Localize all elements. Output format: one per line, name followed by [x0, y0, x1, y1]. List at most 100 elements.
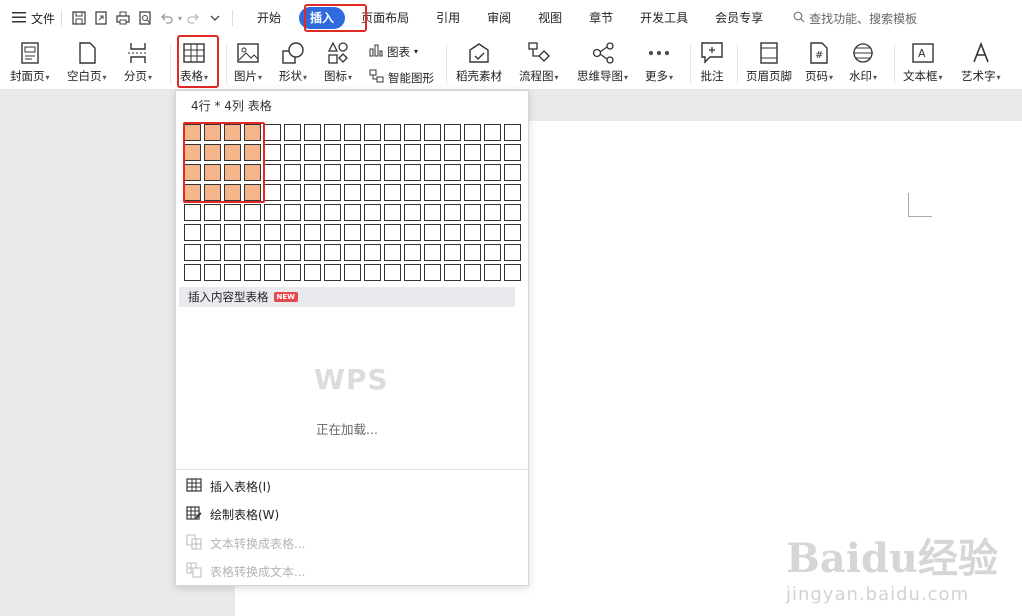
grid-cell[interactable]: [424, 264, 441, 281]
grid-cell[interactable]: [484, 184, 501, 201]
grid-cell[interactable]: [344, 144, 361, 161]
watermark-button[interactable]: 水印▾: [849, 40, 877, 88]
grid-cell[interactable]: [444, 144, 461, 161]
grid-cell[interactable]: [444, 184, 461, 201]
header-footer-button[interactable]: 页眉页脚: [746, 40, 792, 88]
grid-cell[interactable]: [464, 164, 481, 181]
more-button[interactable]: 更多▾: [645, 40, 673, 88]
grid-cell[interactable]: [384, 164, 401, 181]
insert-content-table-button[interactable]: 插入内容型表格 NEW: [179, 287, 515, 307]
grid-cell[interactable]: [264, 164, 281, 181]
grid-cell[interactable]: [284, 264, 301, 281]
file-menu-button[interactable]: 文件: [0, 0, 55, 36]
grid-cell[interactable]: [324, 264, 341, 281]
grid-cell[interactable]: [304, 224, 321, 241]
grid-cell[interactable]: [264, 264, 281, 281]
shape-button[interactable]: 形状▾: [279, 40, 307, 88]
grid-cell[interactable]: [444, 124, 461, 141]
grid-cell[interactable]: [424, 204, 441, 221]
grid-cell[interactable]: [204, 204, 221, 221]
grid-cell[interactable]: [224, 164, 241, 181]
grid-cell[interactable]: [244, 224, 261, 241]
grid-cell[interactable]: [484, 124, 501, 141]
grid-cell[interactable]: [364, 204, 381, 221]
table-size-grid[interactable]: [184, 124, 521, 281]
grid-cell[interactable]: [424, 144, 441, 161]
grid-cell[interactable]: [204, 264, 221, 281]
grid-cell[interactable]: [504, 164, 521, 181]
grid-cell[interactable]: [204, 164, 221, 181]
grid-cell[interactable]: [184, 244, 201, 261]
tab-section[interactable]: 章节: [578, 7, 624, 29]
grid-cell[interactable]: [444, 204, 461, 221]
grid-cell[interactable]: [364, 224, 381, 241]
grid-cell[interactable]: [484, 164, 501, 181]
grid-cell[interactable]: [224, 204, 241, 221]
grid-cell[interactable]: [504, 124, 521, 141]
customize-quick-access-icon[interactable]: [207, 10, 223, 26]
grid-cell[interactable]: [224, 144, 241, 161]
cover-page-button[interactable]: 封面页▾: [10, 40, 50, 88]
grid-cell[interactable]: [504, 244, 521, 261]
grid-cell[interactable]: [344, 184, 361, 201]
flowchart-button[interactable]: 流程图▾: [519, 40, 559, 88]
grid-cell[interactable]: [404, 224, 421, 241]
grid-cell[interactable]: [184, 164, 201, 181]
grid-cell[interactable]: [184, 144, 201, 161]
tab-developer[interactable]: 开发工具: [629, 7, 699, 29]
grid-cell[interactable]: [204, 144, 221, 161]
grid-cell[interactable]: [404, 184, 421, 201]
grid-cell[interactable]: [264, 224, 281, 241]
save-icon[interactable]: [71, 10, 87, 26]
grid-cell[interactable]: [404, 264, 421, 281]
grid-cell[interactable]: [224, 264, 241, 281]
grid-cell[interactable]: [444, 244, 461, 261]
grid-cell[interactable]: [364, 124, 381, 141]
grid-cell[interactable]: [184, 264, 201, 281]
grid-cell[interactable]: [344, 244, 361, 261]
grid-cell[interactable]: [384, 124, 401, 141]
grid-cell[interactable]: [324, 124, 341, 141]
redo-icon[interactable]: [185, 10, 201, 26]
grid-cell[interactable]: [404, 164, 421, 181]
grid-cell[interactable]: [364, 144, 381, 161]
grid-cell[interactable]: [464, 144, 481, 161]
tab-references[interactable]: 引用: [425, 7, 471, 29]
grid-cell[interactable]: [304, 244, 321, 261]
grid-cell[interactable]: [484, 244, 501, 261]
page-break-button[interactable]: 分页▾: [124, 40, 152, 88]
grid-cell[interactable]: [464, 124, 481, 141]
grid-cell[interactable]: [464, 204, 481, 221]
grid-cell[interactable]: [404, 244, 421, 261]
grid-cell[interactable]: [384, 224, 401, 241]
mindmap-button[interactable]: 思维导图▾: [577, 40, 628, 88]
export-pdf-icon[interactable]: [93, 10, 109, 26]
tab-page-layout[interactable]: 页面布局: [350, 7, 420, 29]
grid-cell[interactable]: [244, 244, 261, 261]
grid-cell[interactable]: [404, 144, 421, 161]
grid-cell[interactable]: [244, 164, 261, 181]
tab-insert[interactable]: 插入: [299, 7, 346, 29]
grid-cell[interactable]: [344, 224, 361, 241]
page-number-button[interactable]: # 页码▾: [805, 40, 833, 88]
grid-cell[interactable]: [384, 184, 401, 201]
grid-cell[interactable]: [244, 204, 261, 221]
grid-cell[interactable]: [384, 144, 401, 161]
grid-cell[interactable]: [184, 204, 201, 221]
grid-cell[interactable]: [344, 264, 361, 281]
grid-cell[interactable]: [424, 244, 441, 261]
grid-cell[interactable]: [424, 184, 441, 201]
blank-page-button[interactable]: 空白页▾: [67, 40, 107, 88]
grid-cell[interactable]: [484, 204, 501, 221]
grid-cell[interactable]: [464, 224, 481, 241]
grid-cell[interactable]: [464, 244, 481, 261]
grid-cell[interactable]: [364, 244, 381, 261]
grid-cell[interactable]: [484, 144, 501, 161]
grid-cell[interactable]: [304, 164, 321, 181]
tab-member[interactable]: 会员专享: [704, 7, 774, 29]
print-icon[interactable]: [115, 10, 131, 26]
grid-cell[interactable]: [304, 144, 321, 161]
grid-cell[interactable]: [384, 244, 401, 261]
grid-cell[interactable]: [504, 184, 521, 201]
draw-table-menu-item[interactable]: 绘制表格(W): [186, 506, 279, 523]
